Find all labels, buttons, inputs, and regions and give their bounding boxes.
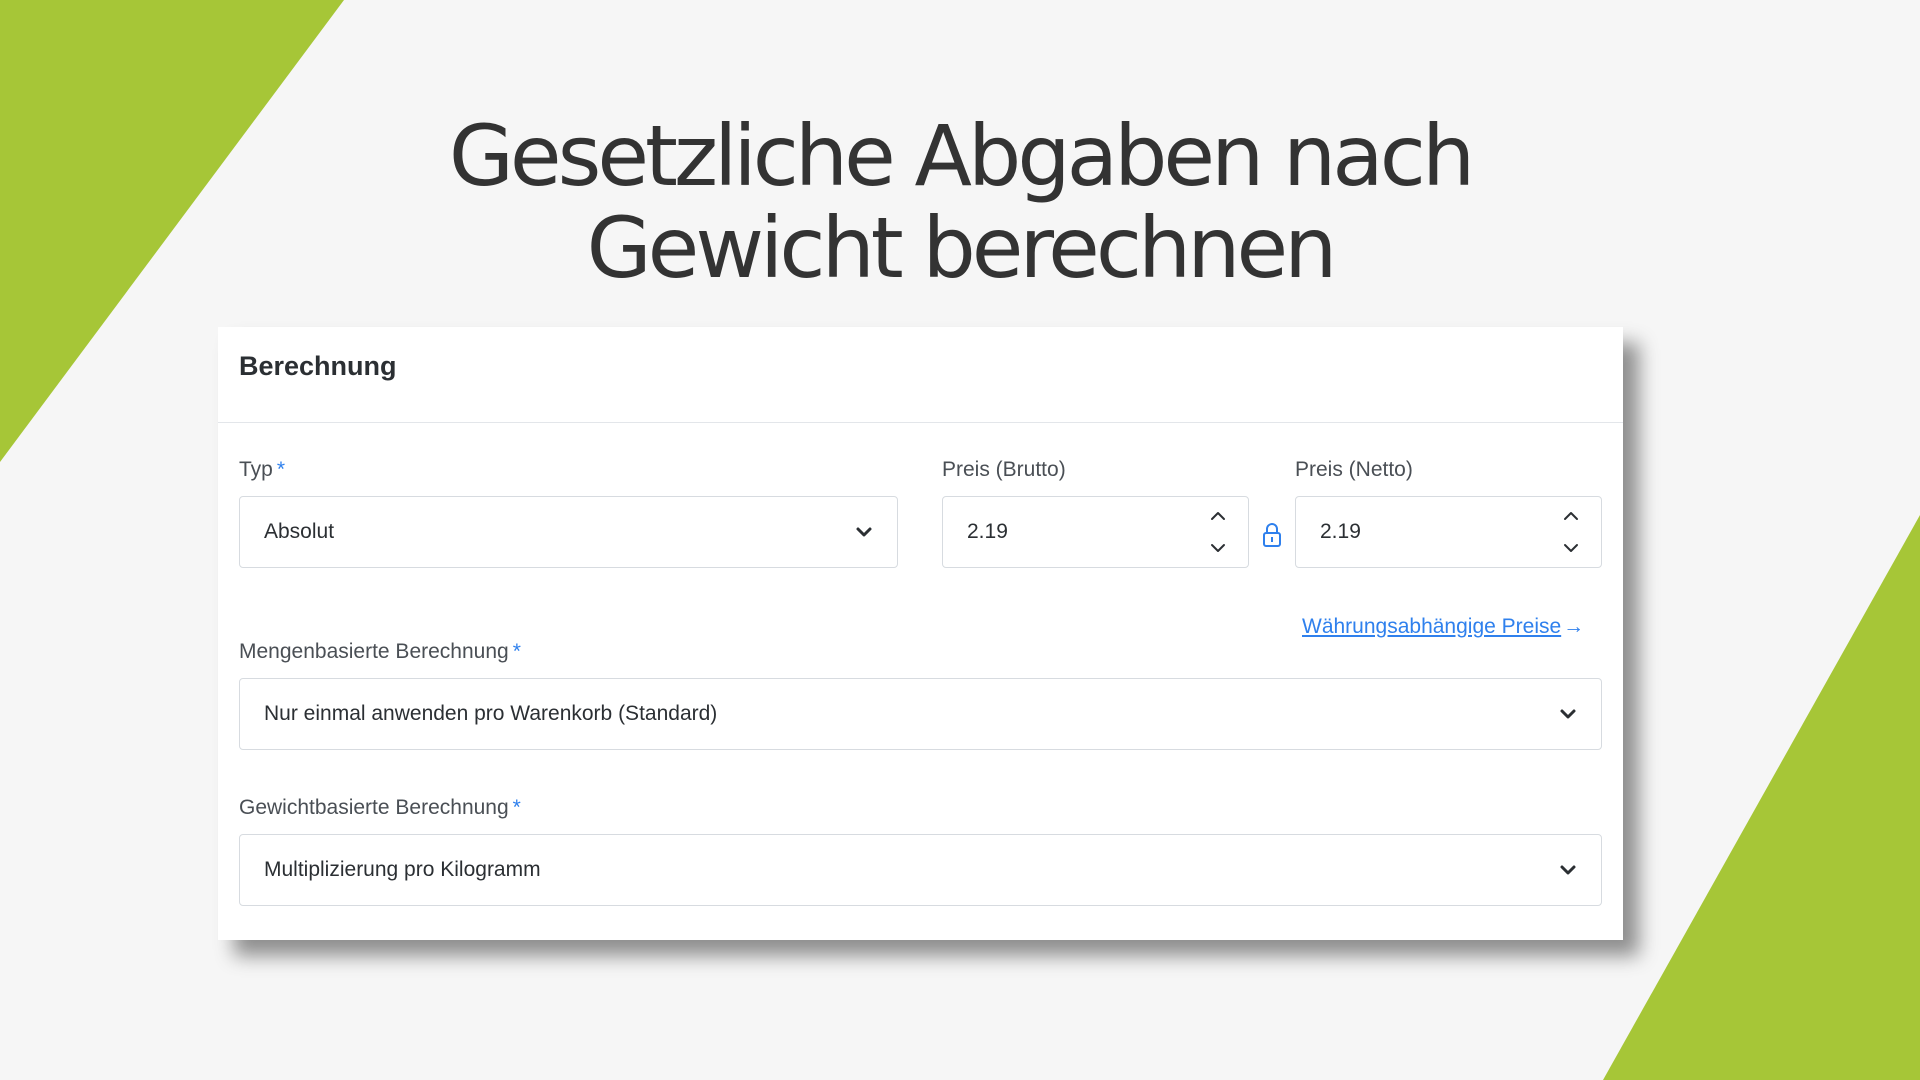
preis-brutto-value: 2.19 [967,520,1008,543]
green-triangle-bottom-right [1603,515,1920,1080]
typ-label-text: Typ [239,458,273,481]
preis-netto-value: 2.19 [1320,520,1361,543]
card-header: Berechnung [218,327,1623,423]
gewichtbasiert-select-value: Multiplizierung pro Kilogramm [264,858,541,881]
currency-dependent-prices-link[interactable]: Währungsabhängige Preise→ [1302,615,1584,639]
typ-required-marker: * [276,458,286,481]
headline-line-2: Gewicht berechnen [586,199,1338,297]
preis-netto-input[interactable]: 2.19 [1295,496,1602,568]
gewichtbasiert-select[interactable]: Multiplizierung pro Kilogramm [239,834,1602,906]
chevron-down-icon [1559,861,1577,879]
currency-link-label: Währungsabhängige Preise [1302,615,1562,638]
mengenbasiert-select-value: Nur einmal anwenden pro Warenkorb (Stand… [264,702,718,725]
preis-brutto-input[interactable]: 2.19 [942,496,1249,568]
gewichtbasiert-required-marker: * [512,796,521,819]
stepper-icon[interactable] [1208,507,1228,557]
page-headline: Gesetzliche Abgaben nach Gewicht berechn… [0,110,1920,294]
stepper-down-icon [1564,544,1578,552]
mengenbasiert-label: Mengenbasierte Berechnung * [239,640,521,664]
gewichtbasiert-label-text: Gewichtbasierte Berechnung [239,796,509,819]
arrow-right-icon: → [1563,615,1585,638]
typ-select-value: Absolut [264,520,335,543]
mengenbasiert-select[interactable]: Nur einmal anwenden pro Warenkorb (Stand… [239,678,1602,750]
mengenbasiert-label-text: Mengenbasierte Berechnung [239,640,509,663]
card-title: Berechnung [239,351,397,381]
chevron-down-icon [855,523,873,541]
lock-icon[interactable] [1261,522,1283,548]
stepper-up-icon [1564,512,1578,520]
stepper-up-icon [1211,512,1225,520]
typ-select[interactable]: Absolut [239,496,898,568]
mengenbasiert-required-marker: * [512,640,521,663]
stepper-icon[interactable] [1561,507,1581,557]
berechnung-card: Berechnung Typ * Absolut Preis (Brutto) 2… [218,327,1623,940]
chevron-down-icon [1559,705,1577,723]
preis-brutto-label: Preis (Brutto) [942,458,1066,481]
headline-line-1: Gesetzliche Abgaben nach [448,107,1475,205]
preis-netto-label: Preis (Netto) [1295,458,1413,481]
gewichtbasiert-label: Gewichtbasierte Berechnung * [239,796,521,820]
stepper-down-icon [1211,544,1225,552]
typ-label: Typ * [239,458,285,482]
